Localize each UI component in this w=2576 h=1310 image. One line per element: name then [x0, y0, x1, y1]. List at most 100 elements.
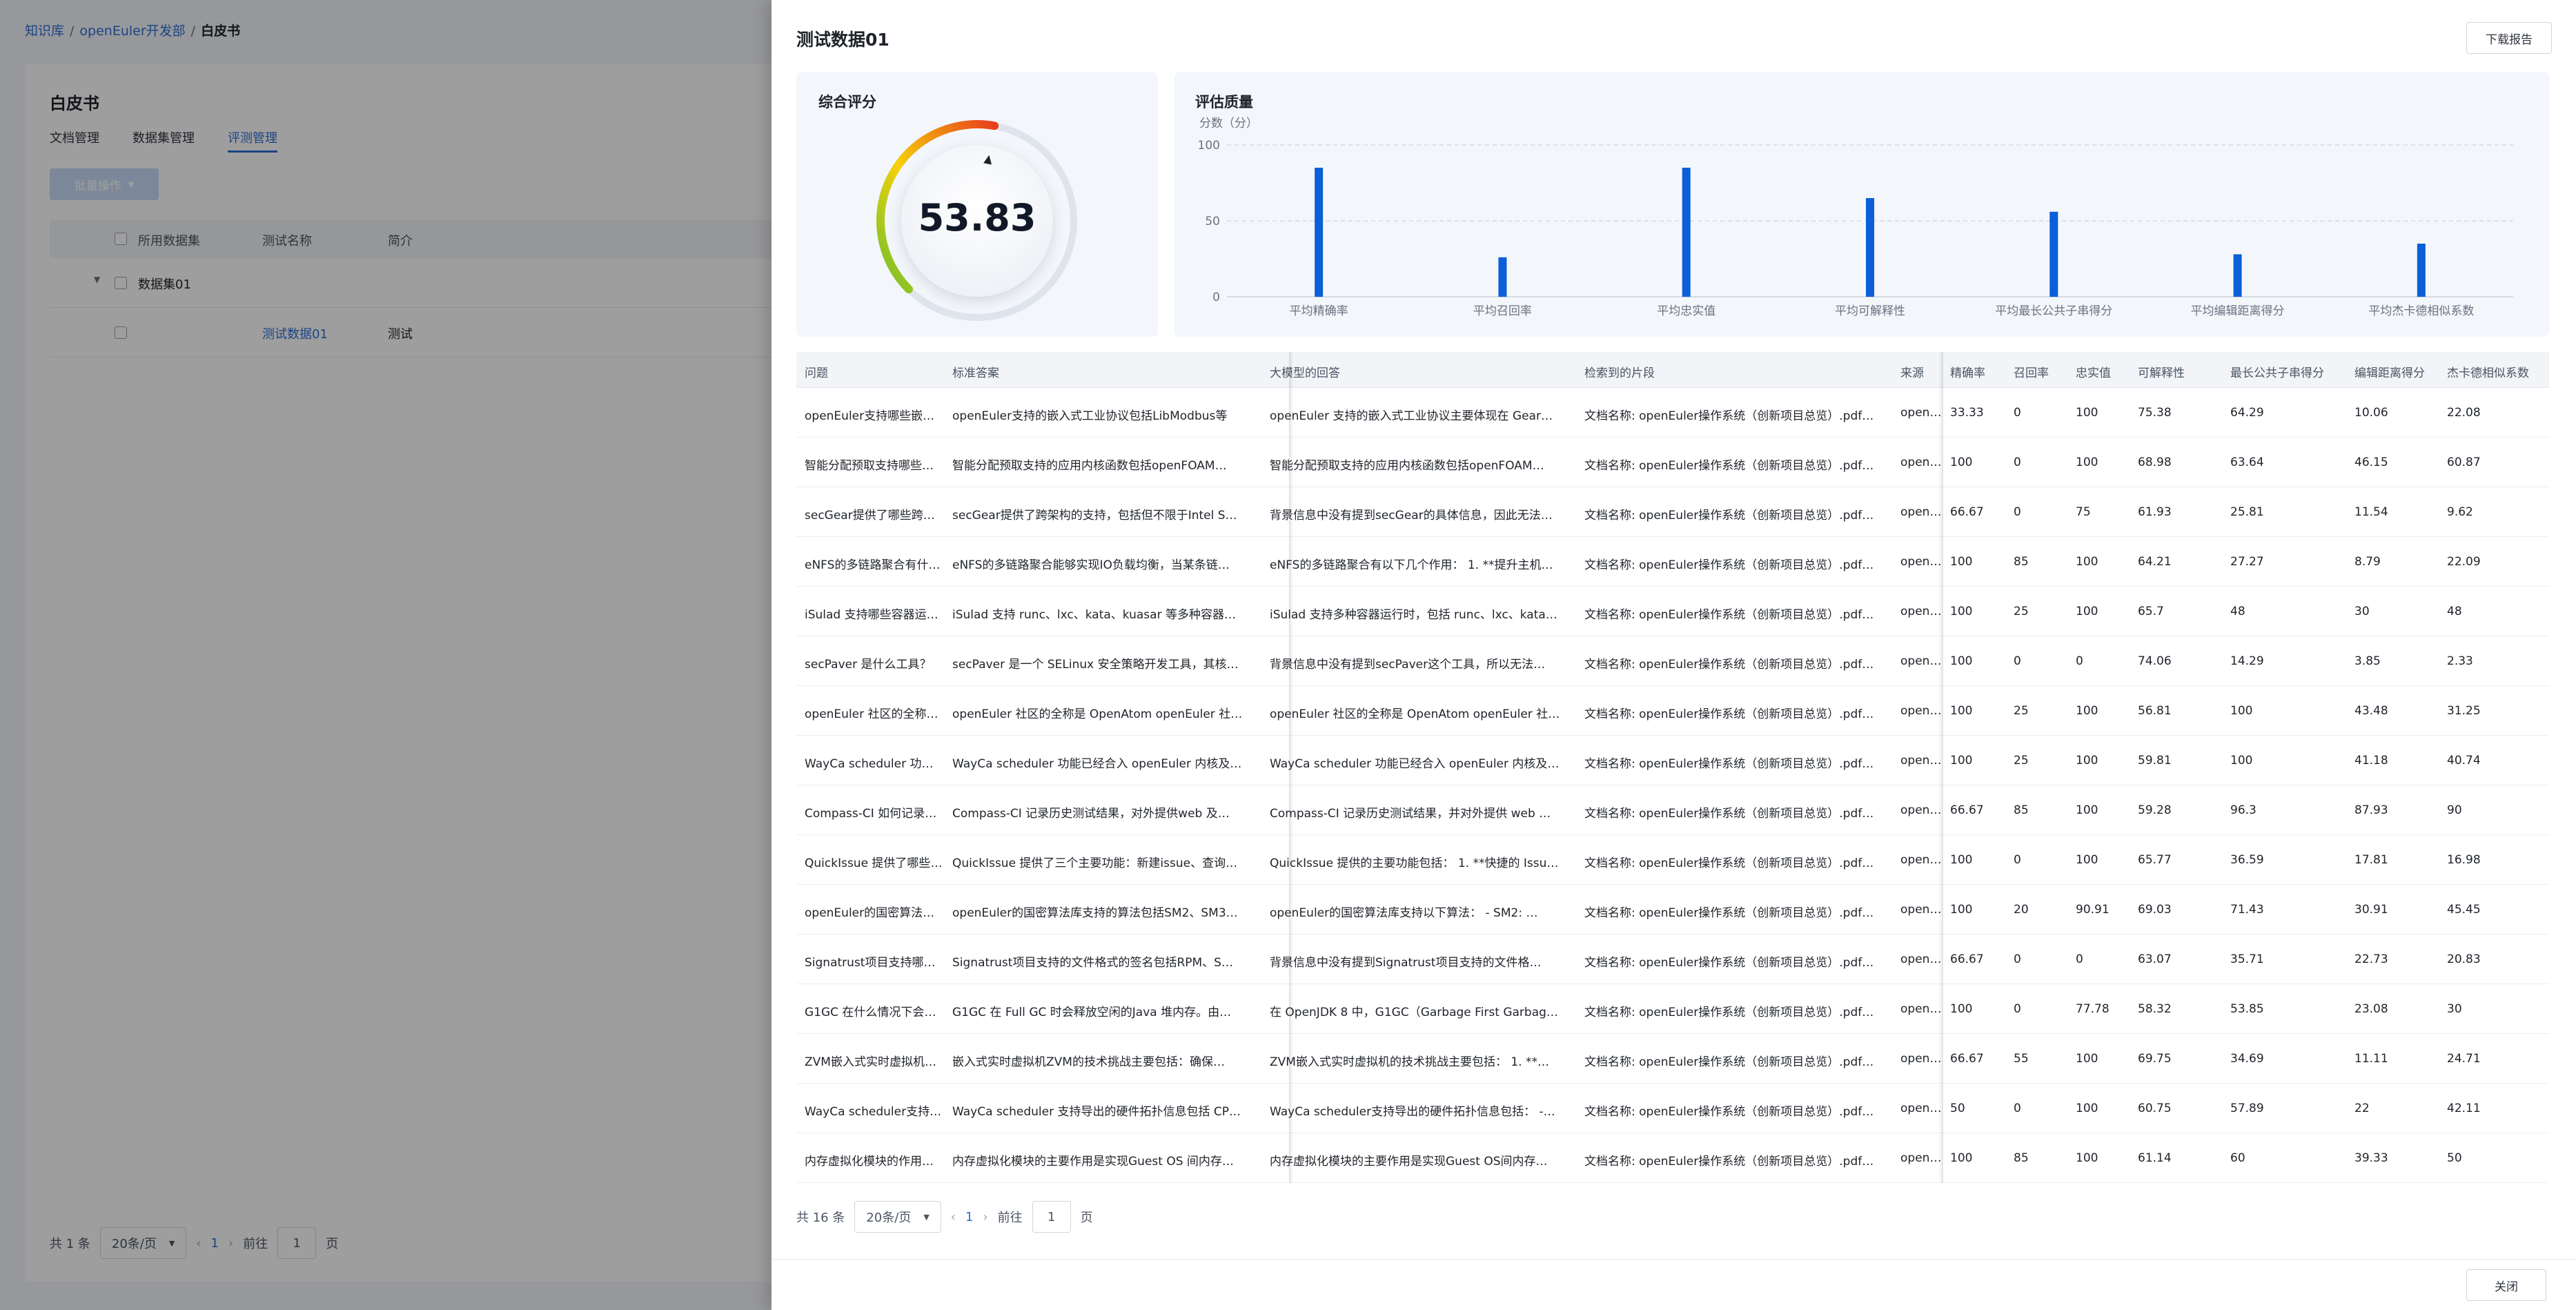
- cell-recall: 0: [2014, 406, 2021, 420]
- cell-faithfulness: 100: [2076, 456, 2098, 469]
- cell-reference: WayCa scheduler 支持导出的硬件拓扑信息包括 CP…: [952, 1105, 1241, 1119]
- table-row[interactable]: Compass-CI 如何记录历史测试结果？ Compass-CI 记录历史测试结…: [796, 785, 2549, 835]
- table-row[interactable]: iSulad 支持哪些容器运行时？ iSulad 支持 runc、lxc、kata…: [796, 587, 2549, 636]
- table-row[interactable]: openEuler 社区的全称是什么？ openEuler 社区的全称是 Open…: [796, 686, 2549, 736]
- cell-lcs-score: 71.43: [2230, 903, 2264, 917]
- cell-recall: 25: [2014, 605, 2029, 618]
- cell-answer: openEuler 社区的全称是 OpenAtom openEuler 社…: [1270, 707, 1560, 721]
- cell-edit-distance-score: 22: [2354, 1102, 2370, 1115]
- cell-reference: secPaver 是一个 SELinux 安全策略开发工具，其核…: [952, 658, 1239, 672]
- cell-chunks: 文档名称: openEuler操作系统（创新项目总览）.pdf…: [1584, 906, 1874, 920]
- close-button[interactable]: 关闭: [2466, 1269, 2546, 1301]
- overall-score-card: 综合评分 53.83: [796, 72, 1158, 337]
- table-row[interactable]: ZVM嵌入式实时虚拟机的技术挑战？ 嵌入式实时虚拟机ZVM的技术挑战主要包括：确保…: [796, 1034, 2549, 1084]
- cell-chunks: 文档名称: openEuler操作系统（创新项目总览）.pdf…: [1584, 1006, 1874, 1019]
- cell-faithfulness: 100: [2076, 605, 2098, 618]
- col-precision: 精确率: [1950, 366, 1985, 380]
- table-row[interactable]: WayCa scheduler支持导出哪些信息？ WayCa scheduler …: [796, 1084, 2549, 1133]
- table-row[interactable]: secPaver 是什么工具？ secPaver 是一个 SELinux 安全策略…: [796, 636, 2549, 686]
- results-goto-input[interactable]: 1: [1032, 1201, 1071, 1233]
- cell-answer: 在 OpenJDK 8 中，G1GC（Garbage First Garbag…: [1270, 1006, 1558, 1019]
- bar-2: [1498, 257, 1507, 297]
- table-row[interactable]: openEuler的国密算法库支持哪些算法？ openEuler的国密算法库支持的…: [796, 885, 2549, 935]
- cell-precision: 66.67: [1950, 1052, 1984, 1066]
- modal-overlay[interactable]: [0, 0, 771, 1310]
- table-row[interactable]: 内存虚拟化模块的作用是什么？ 内存虚拟化模块的主要作用是实现Guest OS 间内…: [796, 1133, 2549, 1183]
- cell-reference: iSulad 支持 runc、lxc、kata、kuasar 等多种容器…: [952, 608, 1236, 622]
- test-detail-drawer: 测试数据01 下载报告 综合评分 53.83 评估质量 分数（分） 100 50…: [771, 0, 2576, 1310]
- bar-4: [1866, 198, 1874, 297]
- table-row[interactable]: WayCa scheduler 功能已经合入哪些内核？ WayCa schedul…: [796, 736, 2549, 785]
- cell-lcs-score: 100: [2230, 754, 2253, 768]
- cell-lcs-score: 100: [2230, 704, 2253, 718]
- cell-lcs-score: 14.29: [2230, 654, 2264, 668]
- cell-source: openEuler: [1900, 555, 1942, 569]
- cell-recall: 85: [2014, 803, 2029, 817]
- cell-precision: 66.67: [1950, 505, 1984, 519]
- table-row[interactable]: eNFS的多链路聚合有什么作用？ eNFS的多链路聚合能够实现IO负载均衡，当某条…: [796, 537, 2549, 587]
- x-tick-label: 平均召回率: [1473, 304, 1532, 318]
- cell-question: secPaver 是什么工具？: [805, 658, 932, 672]
- cell-reference: openEuler的国密算法库支持的算法包括SM2、SM3…: [952, 906, 1238, 920]
- cell-chunks: 文档名称: openEuler操作系统（创新项目总览）.pdf…: [1584, 509, 1874, 522]
- table-row[interactable]: QuickIssue 提供了哪些主要功能？ QuickIssue 提供了三个主要功…: [796, 835, 2549, 885]
- table-row[interactable]: Signatrust项目支持哪些文件格式？ Signatrust项目支持的文件格式…: [796, 935, 2549, 984]
- col-recall: 召回率: [2014, 366, 2049, 380]
- cell-question: Compass-CI 如何记录历史测试结果？: [805, 807, 943, 821]
- cell-chunks: 文档名称: openEuler操作系统（创新项目总览）.pdf…: [1584, 757, 1874, 771]
- cell-chunks: 文档名称: openEuler操作系统（创新项目总览）.pdf…: [1584, 857, 1874, 870]
- download-report-button[interactable]: 下载报告: [2466, 22, 2552, 54]
- cell-source: openEuler: [1900, 1052, 1942, 1066]
- cell-edit-distance-score: 22.73: [2354, 952, 2388, 966]
- next-page-icon[interactable]: ›: [983, 1210, 987, 1224]
- cell-source: openEuler: [1900, 853, 1942, 867]
- table-row[interactable]: openEuler支持哪些嵌入式工业协议？ openEuler支持的嵌入式工业协议…: [796, 388, 2549, 438]
- x-tick-label: 平均杰卡德相似系数: [2368, 304, 2474, 318]
- cell-chunks: 文档名称: openEuler操作系统（创新项目总览）.pdf…: [1584, 1055, 1874, 1069]
- cell-interpretability: 61.14: [2138, 1151, 2172, 1165]
- cell-source: openEuler: [1900, 406, 1942, 420]
- cell-answer: WayCa scheduler 功能已经合入 openEuler 内核及…: [1270, 757, 1560, 771]
- cell-lcs-score: 27.27: [2230, 555, 2264, 569]
- cell-edit-distance-score: 46.15: [2354, 456, 2388, 469]
- cell-jaccard: 48: [2447, 605, 2462, 618]
- cell-jaccard: 24.71: [2447, 1052, 2481, 1066]
- cell-jaccard: 90: [2447, 803, 2462, 817]
- cell-lcs-score: 64.29: [2230, 406, 2264, 420]
- table-row[interactable]: secGear提供了哪些跨架构支持？ secGear提供了跨架构的支持，包括但不限…: [796, 487, 2549, 537]
- cell-answer: ZVM嵌入式实时虚拟机的技术挑战主要包括： 1. **…: [1270, 1055, 1549, 1069]
- cell-interpretability: 74.06: [2138, 654, 2172, 668]
- col-jaccard: 杰卡德相似系数: [2447, 366, 2529, 380]
- cell-source: openEuler: [1900, 1002, 1942, 1016]
- results-page-number[interactable]: 1: [965, 1210, 973, 1224]
- cell-faithfulness: 100: [2076, 555, 2098, 569]
- cell-recall: 0: [2014, 456, 2021, 469]
- cell-question: WayCa scheduler支持导出哪些信息？: [805, 1105, 943, 1119]
- table-row[interactable]: 智能分配预取支持哪些应用内核函数？ 智能分配预取支持的应用内核函数包括openFO…: [796, 438, 2549, 487]
- cell-precision: 100: [1950, 654, 1973, 668]
- cell-chunks: 文档名称: openEuler操作系统（创新项目总览）.pdf…: [1584, 707, 1874, 721]
- cell-source: openEuler: [1900, 456, 1942, 469]
- cell-source: openEuler: [1900, 704, 1942, 718]
- cell-lcs-score: 63.64: [2230, 456, 2264, 469]
- prev-page-icon[interactable]: ‹: [951, 1210, 956, 1224]
- cell-source: openEuler: [1900, 1102, 1942, 1115]
- cell-reference: Signatrust项目支持的文件格式的签名包括RPM、S…: [952, 956, 1233, 970]
- cell-edit-distance-score: 8.79: [2354, 555, 2381, 569]
- col-lcs-score: 最长公共子串得分: [2230, 366, 2324, 380]
- results-page-size-select[interactable]: 20条/页 ▼: [854, 1201, 941, 1233]
- bar-6: [2233, 254, 2242, 297]
- cell-question: WayCa scheduler 功能已经合入哪些内核？: [805, 757, 943, 771]
- cell-recall: 25: [2014, 704, 2029, 718]
- cell-question: ZVM嵌入式实时虚拟机的技术挑战？: [805, 1055, 943, 1069]
- col-question: 问题: [805, 366, 828, 380]
- cell-lcs-score: 60: [2230, 1151, 2245, 1165]
- table-row[interactable]: G1GC 在什么情况下会释放内存？ G1GC 在 Full GC 时会释放空闲的J…: [796, 984, 2549, 1034]
- cell-faithfulness: 90.91: [2076, 903, 2110, 917]
- cell-jaccard: 20.83: [2447, 952, 2481, 966]
- results-total-count: 共 16 条: [796, 1211, 845, 1225]
- col-reference: 标准答案: [952, 366, 999, 380]
- cell-answer: iSulad 支持多种容器运行时，包括 runc、lxc、kata…: [1270, 608, 1557, 622]
- cell-edit-distance-score: 10.06: [2354, 406, 2388, 420]
- cell-recall: 25: [2014, 754, 2029, 768]
